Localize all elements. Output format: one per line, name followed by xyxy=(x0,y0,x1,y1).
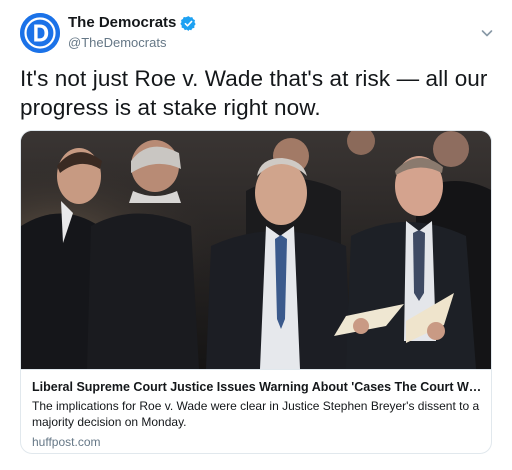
card-body[interactable]: Liberal Supreme Court Justice Issues War… xyxy=(21,369,491,453)
card-image[interactable] xyxy=(21,131,491,369)
account-handle[interactable]: @TheDemocrats xyxy=(68,35,166,51)
chevron-down-icon[interactable] xyxy=(480,26,494,40)
card-title[interactable]: Liberal Supreme Court Justice Issues War… xyxy=(32,379,482,395)
account-name-text[interactable]: The Democrats xyxy=(68,14,176,32)
link-card[interactable]: Liberal Supreme Court Justice Issues War… xyxy=(20,130,492,454)
avatar[interactable] xyxy=(20,13,60,53)
card-domain: huffpost.com xyxy=(32,435,101,449)
tweet-text: It's not just Roe v. Wade that's at risk… xyxy=(20,66,488,120)
democrats-logo-icon xyxy=(20,13,60,53)
verified-badge-icon xyxy=(180,15,197,32)
account-name[interactable]: The Democrats xyxy=(68,14,197,32)
card-photo-illustration xyxy=(21,131,491,369)
tweet: The Democrats @TheDemocrats It's not jus… xyxy=(0,0,512,470)
card-description: The implications for Roe v. Wade were cl… xyxy=(32,399,480,429)
